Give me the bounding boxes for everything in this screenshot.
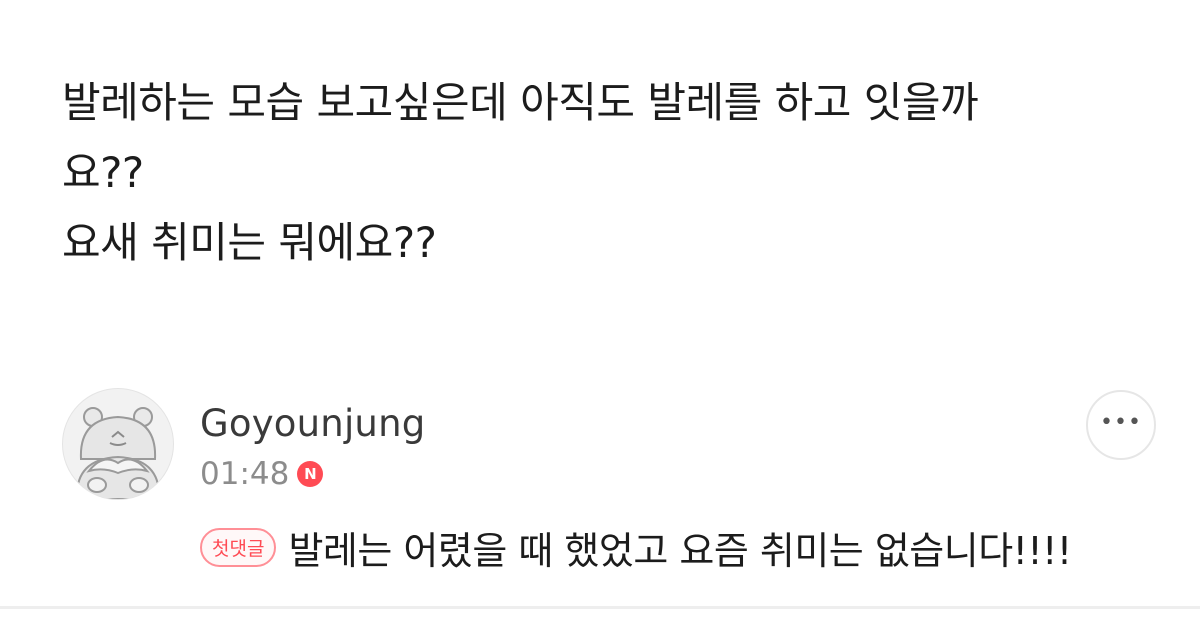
post-text-line: 발레하는 모습 보고싶은데 아직도 발레를 하고 잇을까 [62, 78, 979, 127]
new-badge: N [297, 461, 324, 487]
avatar[interactable] [62, 388, 174, 500]
comment-item: Goyounjung 01:48 N ••• 첫댓글 발레는 어렸을 때 했었고… [62, 388, 1162, 578]
comment-author[interactable]: Goyounjung [200, 402, 425, 445]
comment-body: 첫댓글 발레는 어렸을 때 했었고 요즘 취미는 없습니다!!!! [200, 520, 1072, 575]
post-text-line: 요새 취미는 뭐에요?? [62, 218, 437, 267]
bear-avatar-icon [75, 407, 161, 499]
first-comment-badge: 첫댓글 [200, 528, 277, 567]
comment-time: 01:48 [200, 456, 290, 492]
comment-meta: 01:48 N [200, 454, 324, 494]
comment-text: 발레는 어렸을 때 했었고 요즘 취미는 없습니다!!!! [288, 529, 1072, 573]
more-options-button[interactable]: ••• [1086, 390, 1156, 460]
post-text-line: 요?? [62, 148, 144, 197]
post-content: 발레하는 모습 보고싶은데 아직도 발레를 하고 잇을까 요?? 요새 취미는 … [62, 68, 1142, 278]
more-horizontal-icon: ••• [1100, 409, 1142, 435]
divider [0, 606, 1200, 609]
